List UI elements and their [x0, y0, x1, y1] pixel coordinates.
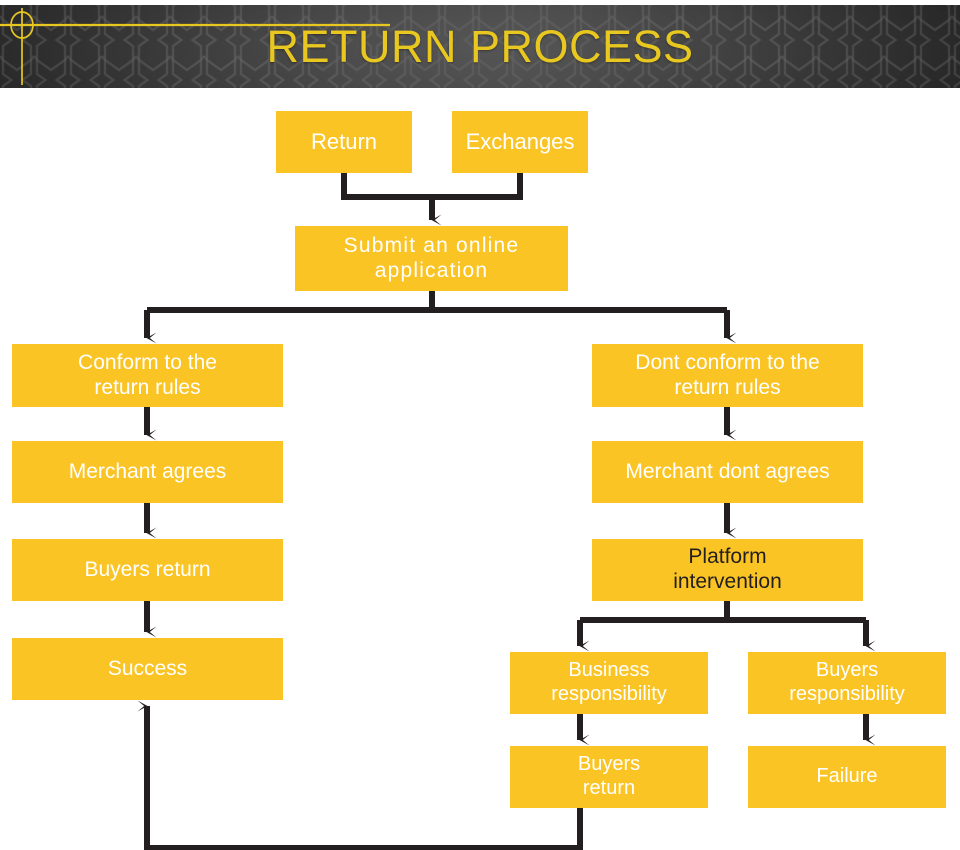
page-title: RETURN PROCESS: [266, 20, 694, 72]
flow-node-merchant-dont[interactable]: Merchant dont agrees: [592, 441, 863, 503]
flow-node-platform[interactable]: Platform intervention: [592, 539, 863, 601]
flow-node-buyers-resp[interactable]: Buyers responsibility: [748, 652, 946, 714]
edge-returns-merge-bar: [341, 173, 523, 200]
flow-node-submit[interactable]: Submit an online application: [295, 226, 568, 291]
flow-node-exchanges[interactable]: Exchanges: [452, 111, 588, 173]
flow-node-failure[interactable]: Failure: [748, 746, 946, 808]
flowchart-canvas: Return Exchanges Submit an online applicat…: [0, 93, 960, 850]
flow-node-buyers-return-l[interactable]: Buyers return: [12, 539, 283, 601]
flow-node-return[interactable]: Return: [276, 111, 412, 173]
flow-node-merchant-agrees[interactable]: Merchant agrees: [12, 441, 283, 503]
flow-node-success[interactable]: Success: [12, 638, 283, 700]
flow-node-conform[interactable]: Conform to the return rules: [12, 344, 283, 407]
header-top-strip: [0, 0, 960, 5]
header-banner: RETURN PROCESS: [0, 0, 960, 93]
flow-node-dont-conform[interactable]: Dont conform to the return rules: [592, 344, 863, 407]
flow-node-buyers-return-r[interactable]: Buyers return: [510, 746, 708, 808]
flow-node-business-resp[interactable]: Business responsibility: [510, 652, 708, 714]
